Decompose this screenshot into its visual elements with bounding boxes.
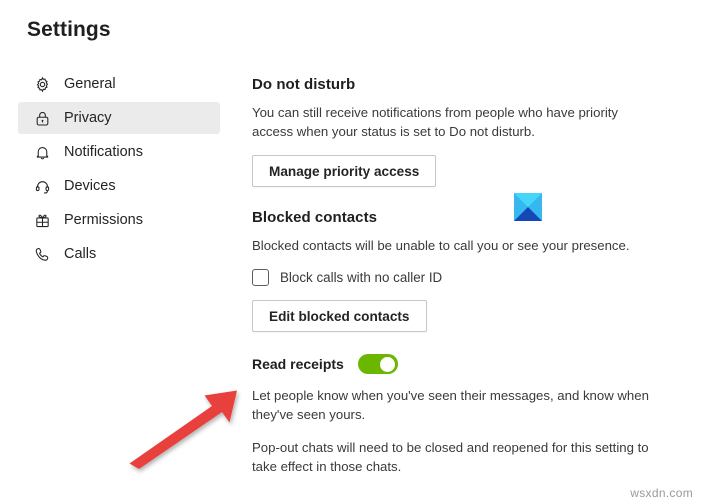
blocked-contacts-heading: Blocked contacts bbox=[252, 209, 378, 226]
sidebar-item-label: Permissions bbox=[64, 211, 143, 228]
read-receipts-label: Read receipts bbox=[252, 356, 344, 372]
sidebar-item-label: Notifications bbox=[64, 143, 143, 160]
headset-icon bbox=[32, 176, 52, 196]
read-receipts-toggle[interactable] bbox=[357, 354, 398, 374]
do-not-disturb-description: You can still receive notifications from… bbox=[252, 105, 619, 139]
sidebar-item-devices[interactable]: Devices bbox=[18, 170, 220, 202]
read-receipts-description-2: Pop-out chats will need to be closed and… bbox=[252, 440, 649, 474]
toggle-knob bbox=[379, 356, 395, 372]
do-not-disturb-heading: Do not disturb bbox=[252, 76, 356, 93]
privacy-settings-panel: Do not disturb You can still receive not… bbox=[252, 76, 672, 490]
sidebar-item-privacy[interactable]: Privacy bbox=[18, 102, 220, 134]
sidebar-item-permissions[interactable]: Permissions bbox=[18, 204, 220, 236]
sidebar-item-notifications[interactable]: Notifications bbox=[18, 136, 220, 168]
settings-sidebar: General Privacy Notifications Devices Pe… bbox=[18, 68, 220, 272]
bell-icon bbox=[32, 142, 52, 162]
sidebar-item-label: Privacy bbox=[64, 109, 112, 126]
blocked-contacts-description: Blocked contacts will be unable to call … bbox=[252, 238, 630, 253]
watermark: wsxdn.com bbox=[630, 486, 693, 500]
sidebar-item-label: General bbox=[64, 75, 116, 92]
permissions-icon bbox=[32, 210, 52, 230]
read-receipts-row: Read receipts bbox=[252, 354, 672, 374]
block-calls-no-caller-id-checkbox-row[interactable]: Block calls with no caller ID bbox=[252, 269, 672, 286]
lock-icon bbox=[32, 108, 52, 128]
sidebar-item-calls[interactable]: Calls bbox=[18, 238, 220, 270]
phone-icon bbox=[32, 244, 52, 264]
edit-blocked-contacts-button[interactable]: Edit blocked contacts bbox=[252, 300, 427, 332]
settings-window: Settings General Privacy Notifications D… bbox=[0, 0, 701, 504]
block-calls-no-caller-id-label: Block calls with no caller ID bbox=[280, 270, 443, 285]
blue-x-square-icon bbox=[514, 193, 542, 221]
block-calls-no-caller-id-checkbox[interactable] bbox=[252, 269, 269, 286]
page-title: Settings bbox=[27, 18, 111, 41]
gear-icon bbox=[32, 74, 52, 94]
manage-priority-access-button[interactable]: Manage priority access bbox=[252, 155, 437, 187]
read-receipts-description-1: Let people know when you've seen their m… bbox=[252, 388, 649, 422]
sidebar-item-label: Devices bbox=[64, 177, 116, 194]
sidebar-item-general[interactable]: General bbox=[18, 68, 220, 100]
sidebar-item-label: Calls bbox=[64, 245, 97, 262]
